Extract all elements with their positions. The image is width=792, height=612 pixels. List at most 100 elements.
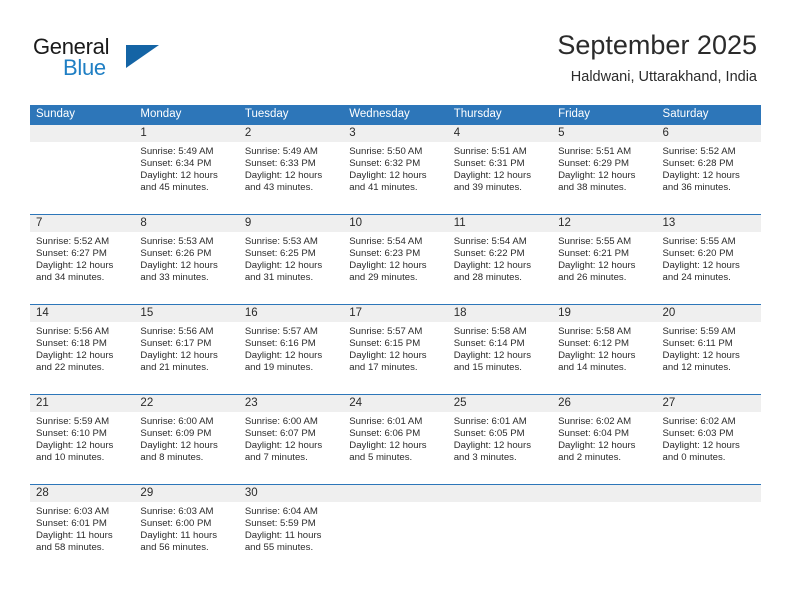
sunset-text: Sunset: 6:00 PM xyxy=(140,517,212,529)
sunrise-text: Sunrise: 5:51 AM xyxy=(453,146,527,157)
day-cell[interactable]: 1 Sunrise: 5:49 AM Sunset: 6:34 PM Daylight… xyxy=(134,125,239,214)
day-number: 16 xyxy=(238,305,344,322)
daylight-text: Daylight: 12 hours and 29 minutes. xyxy=(349,259,427,283)
day-cell-empty xyxy=(30,125,135,214)
week-row: 28 Sunrise: 6:03 AM Sunset: 6:01 PM Dayligh… xyxy=(30,484,761,574)
day-cell[interactable]: 20 Sunrise: 5:59 AM Sunset: 6:11 PM Dayligh… xyxy=(656,305,761,394)
day-number: 2 xyxy=(238,125,344,142)
day-info: Sunrise: 6:01 AM Sunset: 6:05 PM Daylight:… xyxy=(448,412,552,464)
day-cell-empty xyxy=(656,485,761,574)
daylight-text: Daylight: 12 hours and 45 minutes. xyxy=(140,169,218,193)
weekday-header-row: Sunday Monday Tuesday Wednesday Thursday… xyxy=(30,105,761,124)
sunrise-text: Sunrise: 5:54 AM xyxy=(349,236,423,247)
daylight-text: Daylight: 12 hours and 26 minutes. xyxy=(558,259,636,283)
day-cell[interactable]: 29 Sunrise: 6:03 AM Sunset: 6:00 PM Dayligh… xyxy=(134,485,239,574)
sunset-text: Sunset: 6:22 PM xyxy=(453,247,525,259)
title-block: September 2025 Haldwani, Uttarakhand, In… xyxy=(557,28,757,86)
day-info: Sunrise: 5:52 AM Sunset: 6:27 PM Daylight:… xyxy=(30,232,134,284)
day-cell[interactable]: 10 Sunrise: 5:54 AM Sunset: 6:23 PM Dayligh… xyxy=(343,215,448,304)
day-info: Sunrise: 5:58 AM Sunset: 6:12 PM Daylight:… xyxy=(552,322,656,374)
day-info: Sunrise: 5:58 AM Sunset: 6:14 PM Daylight:… xyxy=(448,322,552,374)
day-cell[interactable]: 27 Sunrise: 6:02 AM Sunset: 6:03 PM Dayligh… xyxy=(656,395,761,484)
day-cell[interactable]: 22 Sunrise: 6:00 AM Sunset: 6:09 PM Dayligh… xyxy=(134,395,239,484)
day-cell[interactable]: 3 Sunrise: 5:50 AM Sunset: 6:32 PM Daylight… xyxy=(343,125,448,214)
sunset-text: Sunset: 6:17 PM xyxy=(140,337,212,349)
day-cell[interactable]: 18 Sunrise: 5:58 AM Sunset: 6:14 PM Dayligh… xyxy=(447,305,553,394)
sunset-text: Sunset: 5:59 PM xyxy=(244,517,316,529)
sunset-text: Sunset: 6:01 PM xyxy=(36,517,107,529)
day-cell[interactable]: 12 Sunrise: 5:55 AM Sunset: 6:21 PM Dayligh… xyxy=(552,215,657,304)
day-cell[interactable]: 28 Sunrise: 6:03 AM Sunset: 6:01 PM Dayligh… xyxy=(30,485,135,574)
day-cell[interactable]: 2 Sunrise: 5:49 AM Sunset: 6:33 PM Daylight… xyxy=(238,125,344,214)
brand-logo[interactable]: General Blue xyxy=(33,34,213,84)
day-number: 28 xyxy=(30,485,135,502)
day-info: Sunrise: 6:01 AM Sunset: 6:06 PM Daylight:… xyxy=(343,412,447,464)
day-cell[interactable]: 30 Sunrise: 6:04 AM Sunset: 5:59 PM Dayligh… xyxy=(238,485,344,574)
sunset-text: Sunset: 6:31 PM xyxy=(453,157,525,169)
sunrise-text: Sunrise: 5:53 AM xyxy=(244,236,318,247)
page-header: General Blue September 2025 Haldwani, Ut… xyxy=(0,0,792,100)
weekday-header-friday: Friday xyxy=(558,108,591,120)
sunrise-text: Sunrise: 6:04 AM xyxy=(244,506,318,517)
day-number: 27 xyxy=(656,395,761,412)
day-cell[interactable]: 25 Sunrise: 6:01 AM Sunset: 6:05 PM Dayligh… xyxy=(447,395,553,484)
daylight-text: Daylight: 12 hours and 24 minutes. xyxy=(662,259,740,283)
day-info: Sunrise: 5:53 AM Sunset: 6:25 PM Daylight:… xyxy=(239,232,343,284)
sunset-text: Sunset: 6:04 PM xyxy=(558,427,630,439)
day-number: 17 xyxy=(343,305,448,322)
sunrise-text: Sunrise: 5:50 AM xyxy=(349,146,423,157)
day-info: Sunrise: 5:55 AM Sunset: 6:20 PM Daylight:… xyxy=(657,232,761,284)
day-info: Sunrise: 5:57 AM Sunset: 6:16 PM Daylight:… xyxy=(239,322,343,374)
sunrise-text: Sunrise: 5:56 AM xyxy=(140,326,214,337)
sunrise-text: Sunrise: 5:55 AM xyxy=(662,236,736,247)
sunrise-text: Sunrise: 5:57 AM xyxy=(244,326,318,337)
sunset-text: Sunset: 6:27 PM xyxy=(36,247,107,259)
day-cell[interactable]: 9 Sunrise: 5:53 AM Sunset: 6:25 PM Daylight… xyxy=(238,215,344,304)
day-cell[interactable]: 7 Sunrise: 5:52 AM Sunset: 6:27 PM Daylight… xyxy=(30,215,135,304)
day-info: Sunrise: 5:51 AM Sunset: 6:31 PM Daylight:… xyxy=(448,142,552,194)
day-number: 3 xyxy=(343,125,448,142)
sunrise-text: Sunrise: 5:51 AM xyxy=(558,146,632,157)
week-row: 21 Sunrise: 5:59 AM Sunset: 6:10 PM Dayligh… xyxy=(30,394,761,484)
day-number: 20 xyxy=(656,305,761,322)
day-cell[interactable]: 5 Sunrise: 5:51 AM Sunset: 6:29 PM Daylight… xyxy=(552,125,657,214)
day-cell[interactable]: 15 Sunrise: 5:56 AM Sunset: 6:17 PM Dayligh… xyxy=(134,305,239,394)
day-cell[interactable]: 13 Sunrise: 5:55 AM Sunset: 6:20 PM Dayligh… xyxy=(656,215,761,304)
day-cell[interactable]: 8 Sunrise: 5:53 AM Sunset: 6:26 PM Daylight… xyxy=(134,215,239,304)
sunset-text: Sunset: 6:05 PM xyxy=(453,427,525,439)
day-cell[interactable]: 4 Sunrise: 5:51 AM Sunset: 6:31 PM Daylight… xyxy=(447,125,553,214)
week-row: 7 Sunrise: 5:52 AM Sunset: 6:27 PM Daylight… xyxy=(30,214,761,304)
sunrise-text: Sunrise: 5:49 AM xyxy=(140,146,214,157)
calendar-grid: Sunday Monday Tuesday Wednesday Thursday… xyxy=(30,105,761,574)
sunset-text: Sunset: 6:29 PM xyxy=(558,157,630,169)
sunrise-text: Sunrise: 5:53 AM xyxy=(140,236,214,247)
day-number: 1 xyxy=(134,125,239,142)
sunset-text: Sunset: 6:10 PM xyxy=(36,427,107,439)
day-cell[interactable]: 11 Sunrise: 5:54 AM Sunset: 6:22 PM Dayligh… xyxy=(447,215,553,304)
day-number: 19 xyxy=(552,305,657,322)
day-number xyxy=(552,485,657,502)
sunset-text: Sunset: 6:20 PM xyxy=(662,247,734,259)
day-cell[interactable]: 26 Sunrise: 6:02 AM Sunset: 6:04 PM Dayligh… xyxy=(552,395,657,484)
day-cell[interactable]: 19 Sunrise: 5:58 AM Sunset: 6:12 PM Dayligh… xyxy=(552,305,657,394)
day-cell[interactable]: 21 Sunrise: 5:59 AM Sunset: 6:10 PM Dayligh… xyxy=(30,395,135,484)
day-info: Sunrise: 5:54 AM Sunset: 6:22 PM Daylight:… xyxy=(448,232,552,284)
weekday-header-wednesday: Wednesday xyxy=(349,108,410,120)
day-cell[interactable]: 23 Sunrise: 6:00 AM Sunset: 6:07 PM Dayligh… xyxy=(238,395,344,484)
sunrise-text: Sunrise: 6:01 AM xyxy=(453,416,527,427)
day-cell[interactable]: 16 Sunrise: 5:57 AM Sunset: 6:16 PM Dayligh… xyxy=(238,305,344,394)
day-cell[interactable]: 6 Sunrise: 5:52 AM Sunset: 6:28 PM Daylight… xyxy=(656,125,761,214)
day-cell[interactable]: 17 Sunrise: 5:57 AM Sunset: 6:15 PM Dayligh… xyxy=(343,305,448,394)
sunrise-text: Sunrise: 6:03 AM xyxy=(140,506,214,517)
sunrise-text: Sunrise: 6:02 AM xyxy=(662,416,736,427)
brand-name-blue: Blue xyxy=(63,55,106,80)
day-number: 5 xyxy=(552,125,657,142)
week-row: 14 Sunrise: 5:56 AM Sunset: 6:18 PM Dayligh… xyxy=(30,304,761,394)
sunset-text: Sunset: 6:23 PM xyxy=(349,247,421,259)
day-cell[interactable]: 24 Sunrise: 6:01 AM Sunset: 6:06 PM Dayligh… xyxy=(343,395,448,484)
day-number: 7 xyxy=(30,215,135,232)
daylight-text: Daylight: 11 hours and 58 minutes. xyxy=(36,529,113,553)
daylight-text: Daylight: 12 hours and 31 minutes. xyxy=(244,259,323,283)
day-info: Sunrise: 5:56 AM Sunset: 6:17 PM Daylight:… xyxy=(134,322,238,374)
day-cell[interactable]: 14 Sunrise: 5:56 AM Sunset: 6:18 PM Dayligh… xyxy=(30,305,135,394)
